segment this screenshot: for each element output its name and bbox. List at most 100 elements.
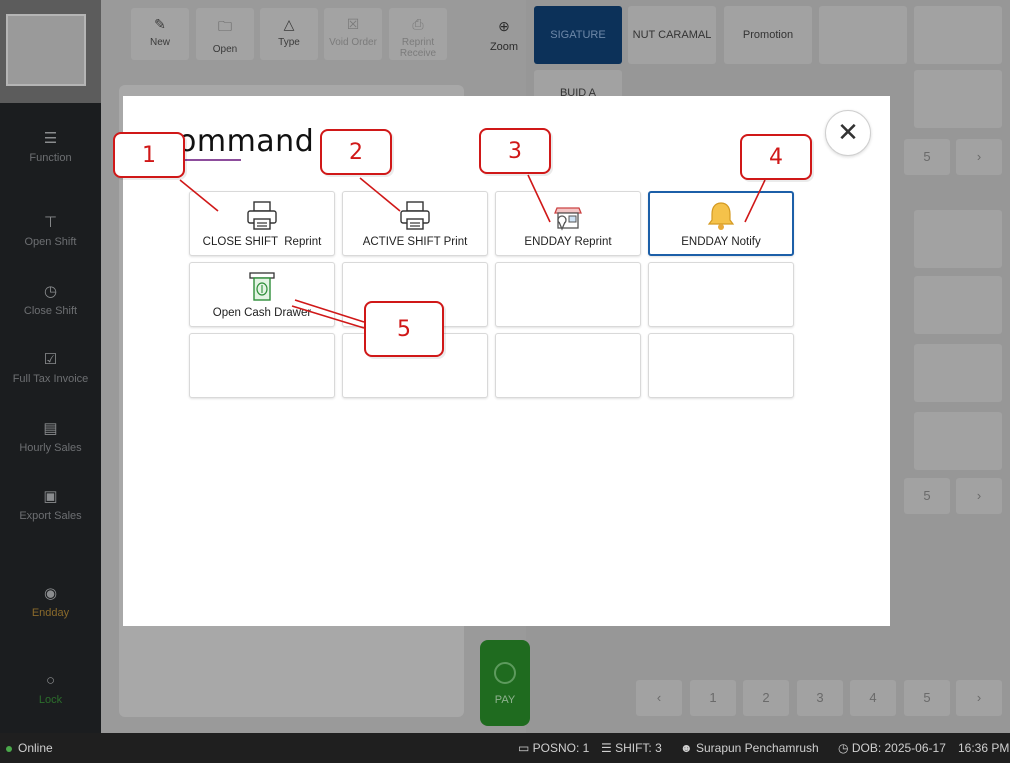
- command-endday-notify[interactable]: ENDDAY Notify: [648, 191, 794, 256]
- page-number[interactable]: 1: [690, 680, 736, 716]
- close-button[interactable]: ✕: [825, 110, 871, 156]
- zoom-button[interactable]: ⊕ Zoom: [482, 18, 526, 78]
- shift-label: SHIFT: 3: [615, 741, 662, 755]
- menu-icon: ☰: [43, 130, 58, 147]
- sidebar-item-label: Close Shift: [23, 305, 78, 317]
- lock-icon: ○: [45, 672, 56, 689]
- command-active-shift-print[interactable]: ACTIVE SHIFT Print: [342, 191, 488, 256]
- page-number[interactable]: 2: [743, 680, 789, 716]
- command-label: ACTIVE SHIFT Print: [362, 236, 468, 248]
- sidebar-item-label: Endday: [31, 607, 70, 619]
- cash-drawer-icon: [249, 272, 275, 301]
- printer-icon: [247, 201, 277, 230]
- category-tile[interactable]: [819, 6, 907, 64]
- void-order-button[interactable]: ☒ Void Order: [324, 8, 382, 60]
- txt-file-icon: ▣: [43, 488, 58, 505]
- callout-1: 1: [113, 132, 185, 178]
- category-tile[interactable]: SIGATURE: [534, 6, 622, 64]
- sidebar-item-close-shift[interactable]: ◷ Close Shift: [0, 283, 101, 317]
- prev-page-button[interactable]: ‹: [636, 680, 682, 716]
- next-page-button[interactable]: ›: [956, 139, 1002, 175]
- chevron-right-icon: ›: [976, 690, 982, 705]
- callout-2: 2: [320, 129, 392, 175]
- sidebar-item-function[interactable]: ☰ Function: [0, 130, 101, 164]
- command-close-shift-reprint[interactable]: CLOSE SHIFT Reprint: [189, 191, 335, 256]
- connection-status: Online: [6, 733, 53, 763]
- sidebar-item-label: Full Tax Invoice: [12, 373, 89, 385]
- sidebar-item-open-shift[interactable]: ⊤ Open Shift: [0, 214, 101, 248]
- status-bar: Online ▭ POSNO: 1 ☰ SHIFT: 3 ☻ Surapun P…: [0, 733, 1010, 763]
- reprint-receive-button[interactable]: ⎙ Reprint Receive: [389, 8, 447, 60]
- type-button[interactable]: △ Type: [260, 8, 318, 60]
- command-slot-empty: [189, 333, 335, 398]
- new-doc-icon: ✎: [154, 16, 166, 32]
- category-tile[interactable]: [914, 70, 1002, 128]
- page-number-label: 5: [923, 488, 931, 503]
- category-tile[interactable]: [914, 6, 1002, 64]
- title-underline: [181, 159, 241, 161]
- page-number-label: 5: [923, 690, 931, 705]
- shift-status: ☰ SHIFT: 3: [601, 733, 662, 763]
- posno-label: POSNO: 1: [532, 741, 590, 755]
- printer-icon: ⎙: [412, 16, 424, 32]
- sidebar-item-label: Export Sales: [19, 510, 82, 522]
- page-number[interactable]: 5: [904, 680, 950, 716]
- page-number-label: 5: [923, 149, 931, 164]
- command-slot-empty: [495, 333, 641, 398]
- time-label: 16:36 PM: [958, 741, 1010, 755]
- page-number-label: 2: [762, 690, 770, 705]
- posno-status: ▭ POSNO: 1: [518, 733, 589, 763]
- category-tile[interactable]: NUT CARAMAL: [628, 6, 716, 64]
- page-number[interactable]: 5: [904, 478, 950, 514]
- printer-icon: [400, 201, 430, 230]
- sidebar-item-lock[interactable]: ○ Lock: [0, 672, 101, 706]
- shapes-icon: △: [283, 16, 295, 32]
- clipboard-icon: ☑: [43, 351, 58, 368]
- close-icon: ✕: [837, 117, 859, 147]
- page-number[interactable]: 4: [850, 680, 896, 716]
- callout-3: 3: [479, 128, 551, 174]
- command-slot-empty: [495, 262, 641, 327]
- next-page-button[interactable]: ›: [956, 478, 1002, 514]
- page-number[interactable]: 3: [797, 680, 843, 716]
- callout-5: 5: [364, 301, 444, 357]
- command-open-cash-drawer[interactable]: Open Cash Drawer: [189, 262, 335, 327]
- logo-area: [0, 0, 101, 103]
- new-label: New: [149, 37, 170, 48]
- product-tile[interactable]: [914, 344, 1002, 402]
- next-page-button[interactable]: ›: [956, 680, 1002, 716]
- callout-4: 4: [740, 134, 812, 180]
- sidebar-item-full-tax-invoice[interactable]: ☑ Full Tax Invoice: [0, 351, 101, 385]
- sidebar-item-label: Hourly Sales: [19, 442, 82, 454]
- check-icon: [494, 662, 516, 684]
- time-status: 16:36 PM: [958, 733, 1009, 763]
- product-tile[interactable]: [914, 412, 1002, 470]
- new-button[interactable]: ✎ New: [131, 8, 189, 60]
- sidebar-item-hourly-sales[interactable]: ▤ Hourly Sales: [0, 420, 101, 454]
- zoom-icon: ⊕: [498, 18, 510, 34]
- category-label: Promotion: [742, 29, 794, 41]
- category-tile[interactable]: Promotion: [724, 6, 812, 64]
- sidebar-item-label: Function: [29, 152, 72, 164]
- open-button[interactable]: 🗀 Open: [196, 8, 254, 60]
- sidebar-item-label: Open Shift: [24, 236, 77, 248]
- page-number-label: 3: [816, 690, 824, 705]
- sidebar-item-export-sales[interactable]: ▣ Export Sales: [0, 488, 101, 522]
- command-slot-empty: [648, 333, 794, 398]
- command-label: ENDDAY Reprint: [524, 236, 612, 248]
- layers-icon: ☰: [601, 741, 616, 755]
- folder-icon: 🗀: [218, 18, 232, 34]
- page-number[interactable]: 5: [904, 139, 950, 175]
- user-status: ☻ Surapun Penchamrush: [680, 733, 819, 763]
- sidebar-item-endday[interactable]: ◉ Endday: [0, 585, 101, 619]
- pay-button[interactable]: PAY: [480, 640, 530, 726]
- command-endday-reprint[interactable]: ENDDAY Reprint: [495, 191, 641, 256]
- product-tile[interactable]: [914, 276, 1002, 334]
- void-icon: ☒: [346, 16, 360, 32]
- category-label: NUT CARAMAL: [632, 29, 712, 41]
- command-label: ENDDAY Notify: [681, 236, 761, 248]
- clock-icon: ◷: [838, 741, 852, 755]
- open-label: Open: [212, 44, 238, 55]
- category-label: SIGATURE: [550, 29, 606, 41]
- product-tile[interactable]: [914, 210, 1002, 268]
